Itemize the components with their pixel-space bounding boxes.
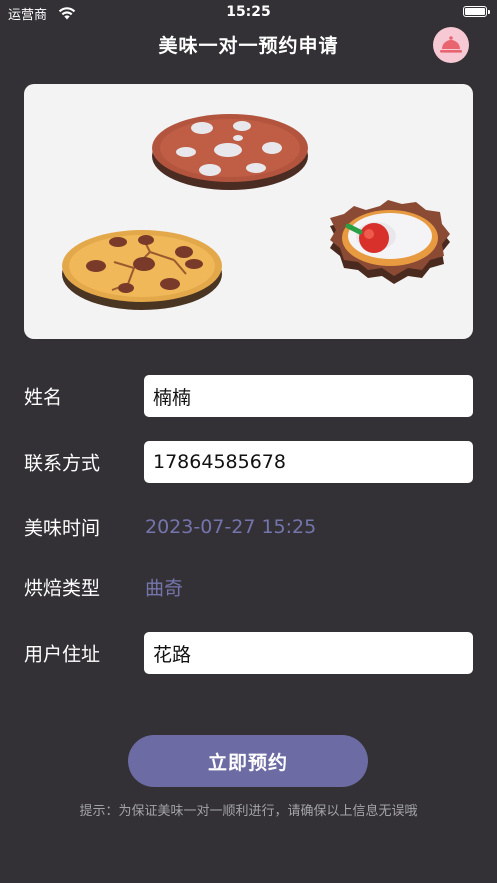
submit-button[interactable]: 立即预约	[128, 735, 368, 787]
status-time: 15:25	[226, 4, 271, 20]
address-row: 用户住址 花路	[24, 632, 473, 674]
contact-row: 联系方式 17864585678	[24, 441, 473, 483]
status-bar: 运营商 15:25	[0, 0, 497, 26]
contact-input[interactable]: 17864585678	[144, 441, 473, 483]
time-picker[interactable]: 2023-07-27 15:25	[145, 516, 316, 538]
bake-type-row: 烘焙类型 曲奇	[24, 566, 473, 608]
bake-type-picker[interactable]: 曲奇	[145, 574, 183, 601]
hero-image	[24, 84, 473, 339]
name-input[interactable]: 楠楠	[144, 375, 473, 417]
hint-text: 提示：为保证美味一对一顺利进行，请确保以上信息无误哦	[79, 804, 418, 819]
bake-type-label: 烘焙类型	[24, 577, 101, 600]
address-label: 用户住址	[24, 643, 101, 666]
name-row: 姓名 楠楠	[24, 375, 473, 417]
page-title: 美味一对一预约申请	[158, 35, 339, 57]
name-label: 姓名	[24, 386, 63, 409]
time-label: 美味时间	[24, 517, 101, 540]
battery-icon	[463, 6, 490, 17]
cloche-icon[interactable]	[433, 27, 469, 63]
contact-label: 联系方式	[24, 452, 101, 475]
address-input[interactable]: 花路	[144, 632, 473, 674]
time-row: 美味时间 2023-07-27 15:25	[24, 506, 473, 548]
